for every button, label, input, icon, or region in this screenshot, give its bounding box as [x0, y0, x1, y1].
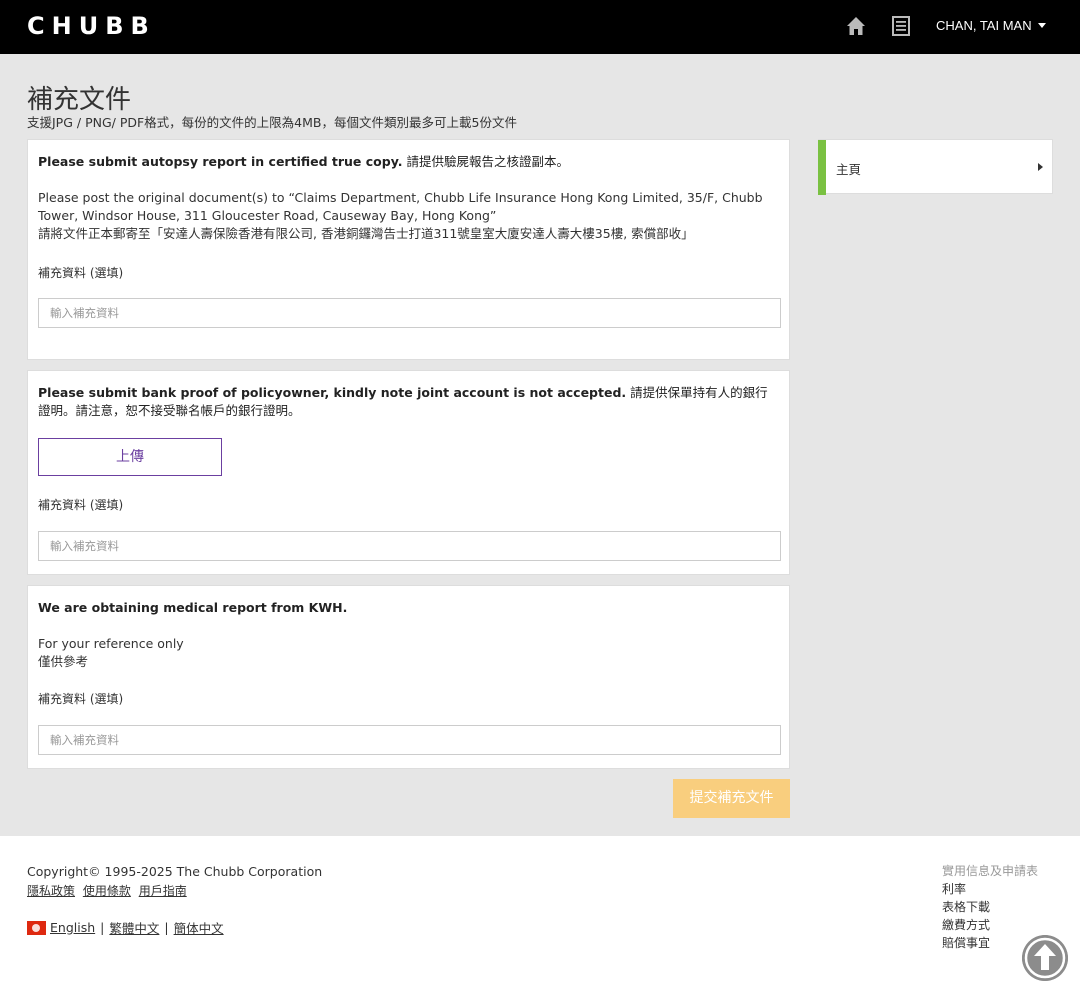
- supplementary-label: 補充資料 (選填): [38, 692, 124, 706]
- top-navigation-bar: CHUBB CHAN, TAI MAN: [0, 0, 1080, 54]
- footer-useful-info-heading: 實用信息及申請表: [942, 864, 1039, 878]
- language-switcher: English | 繁體中文 | 簡体中文: [27, 918, 224, 937]
- user-guide-link[interactable]: 用戶指南: [139, 884, 187, 898]
- card-title-bold: Please submit bank proof of policyowner,…: [38, 385, 627, 400]
- back-to-top-icon[interactable]: [1022, 935, 1068, 981]
- card-title-rest: 請提供驗屍報告之核證副本。: [402, 154, 569, 169]
- lang-traditional-chinese-link[interactable]: 繁體中文: [109, 918, 159, 937]
- copyright-text: Copyright© 1995-2025 The Chubb Corporati…: [27, 864, 323, 879]
- main-content: 補充文件 支援JPG / PNG/ PDF格式，每份的文件的上限為4MB，每個文…: [0, 54, 1080, 836]
- document-list-icon[interactable]: [892, 16, 910, 36]
- interest-rate-link[interactable]: 利率: [942, 880, 1038, 898]
- supplementary-input[interactable]: [38, 531, 781, 561]
- document-card-bank-proof: Please submit bank proof of policyowner,…: [27, 370, 790, 575]
- footer: Copyright© 1995-2025 The Chubb Corporati…: [0, 836, 1080, 997]
- chevron-right-icon: [1038, 163, 1043, 171]
- terms-of-use-link[interactable]: 使用條款: [83, 884, 131, 898]
- supplementary-label: 補充資料 (選填): [38, 266, 124, 280]
- chubb-logo[interactable]: CHUBB: [27, 12, 156, 40]
- document-card-medical-report: We are obtaining medical report from KWH…: [27, 585, 790, 769]
- lang-separator: |: [164, 920, 169, 935]
- privacy-policy-link[interactable]: 隱私政策: [27, 884, 75, 898]
- supplementary-input[interactable]: [38, 725, 781, 755]
- lang-english-link[interactable]: English: [50, 920, 95, 935]
- hong-kong-flag-icon: [27, 920, 46, 935]
- card-instruction-zh: 請將文件正本郵寄至「安達人壽保險香港有限公司, 香港銅鑼灣告士打道311號皇室大…: [38, 226, 694, 241]
- page-title: 補充文件: [27, 85, 132, 115]
- card-title: Please submit autopsy report in certifie…: [38, 153, 778, 171]
- page-subtitle: 支援JPG / PNG/ PDF格式，每份的文件的上限為4MB，每個文件類別最多…: [27, 115, 517, 130]
- chevron-down-icon: [1037, 23, 1046, 28]
- user-menu-dropdown[interactable]: CHAN, TAI MAN: [936, 18, 1046, 33]
- lang-separator: |: [100, 920, 105, 935]
- sidebar-item-label: 主頁: [836, 162, 862, 177]
- document-card-autopsy: Please submit autopsy report in certifie…: [27, 139, 790, 360]
- sidebar-item-home[interactable]: 主頁: [818, 139, 1053, 195]
- footer-links: 隱私政策 使用條款 用戶指南: [27, 882, 187, 899]
- footer-useful-info: 實用信息及申請表 利率 表格下載 繳費方式 賠償事宜: [942, 862, 1038, 952]
- user-name: CHAN, TAI MAN: [936, 18, 1032, 33]
- form-download-link[interactable]: 表格下載: [942, 898, 1038, 916]
- card-title: We are obtaining medical report from KWH…: [38, 599, 778, 617]
- home-icon[interactable]: [846, 16, 866, 36]
- upload-button[interactable]: 上傳: [38, 438, 222, 476]
- supplementary-label: 補充資料 (選填): [38, 498, 124, 512]
- card-instruction-en: Please post the original document(s) to …: [38, 190, 763, 223]
- sidebar-accent-bar: [818, 140, 826, 195]
- card-title: Please submit bank proof of policyowner,…: [38, 384, 778, 420]
- submit-documents-button[interactable]: 提交補充文件: [673, 779, 790, 818]
- card-title-bold: We are obtaining medical report from KWH…: [38, 600, 348, 615]
- card-note-en: For your reference only: [38, 636, 184, 651]
- logo-text: CHUBB: [27, 12, 156, 40]
- lang-simplified-chinese-link[interactable]: 簡体中文: [174, 918, 224, 937]
- card-title-bold: Please submit autopsy report in certifie…: [38, 154, 403, 169]
- supplementary-input[interactable]: [38, 298, 781, 328]
- card-note-zh: 僅供參考: [38, 654, 89, 669]
- payment-methods-link[interactable]: 繳費方式: [942, 916, 1038, 934]
